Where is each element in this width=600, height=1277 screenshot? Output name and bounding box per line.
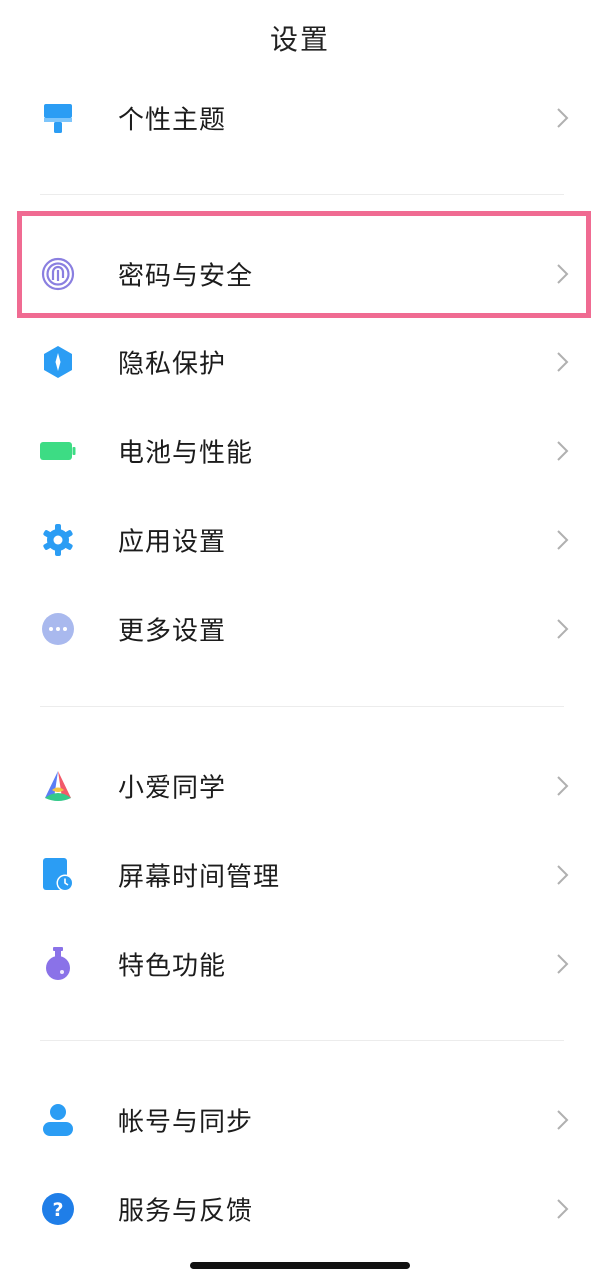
svg-text:?: ? — [52, 1199, 63, 1221]
chevron-right-icon — [557, 865, 569, 885]
home-indicator[interactable] — [190, 1262, 410, 1269]
screen-time-icon — [43, 858, 74, 892]
settings-item-privacy[interactable]: 隐私保护 — [0, 322, 600, 402]
settings-item-label: 屏幕时间管理 — [118, 862, 281, 893]
settings-item-battery[interactable]: 电池与性能 — [0, 411, 600, 491]
more-dots-icon — [42, 613, 74, 645]
chevron-right-icon — [557, 441, 569, 461]
settings-item-more[interactable]: 更多设置 — [0, 589, 600, 669]
highlight-box — [17, 211, 591, 318]
settings-item-xiaoai[interactable]: 小爱同学 — [0, 746, 600, 826]
settings-item-label: 小爱同学 — [118, 773, 227, 804]
settings-item-feedback[interactable]: ? 服务与反馈 — [0, 1169, 600, 1249]
settings-item-apps[interactable]: 应用设置 — [0, 500, 600, 580]
help-question-icon: ? — [42, 1193, 74, 1225]
settings-item-label: 应用设置 — [118, 527, 227, 558]
chevron-right-icon — [557, 352, 569, 372]
account-person-icon — [43, 1104, 73, 1136]
chevron-right-icon — [557, 776, 569, 796]
flask-icon — [46, 947, 70, 980]
page-title: 设置 — [269, 23, 330, 56]
section-divider — [40, 194, 564, 195]
chevron-right-icon — [557, 954, 569, 974]
chevron-right-icon — [557, 1110, 569, 1130]
chevron-right-icon — [557, 619, 569, 639]
settings-item-label: 电池与性能 — [118, 438, 254, 469]
chevron-right-icon — [557, 1199, 569, 1219]
settings-item-label: 特色功能 — [118, 951, 227, 982]
settings-item-label: 个性主题 — [118, 105, 227, 136]
paint-brush-icon — [44, 104, 72, 133]
settings-item-label: 服务与反馈 — [118, 1196, 254, 1227]
settings-item-label: 帐号与同步 — [118, 1107, 254, 1138]
chevron-right-icon — [557, 108, 569, 128]
settings-item-theme[interactable]: 个性主题 — [0, 78, 600, 158]
settings-item-label: 更多设置 — [118, 616, 227, 647]
chevron-right-icon — [557, 530, 569, 550]
settings-item-account[interactable]: 帐号与同步 — [0, 1080, 600, 1160]
section-divider — [40, 1040, 564, 1041]
battery-icon — [40, 442, 76, 460]
settings-item-screen-time[interactable]: 屏幕时间管理 — [0, 835, 600, 915]
xiaoai-icon — [45, 771, 71, 801]
settings-item-features[interactable]: 特色功能 — [0, 924, 600, 1004]
privacy-shield-icon — [44, 346, 72, 378]
settings-item-label: 隐私保护 — [118, 349, 227, 380]
gear-icon — [43, 524, 73, 556]
section-divider — [40, 706, 564, 707]
